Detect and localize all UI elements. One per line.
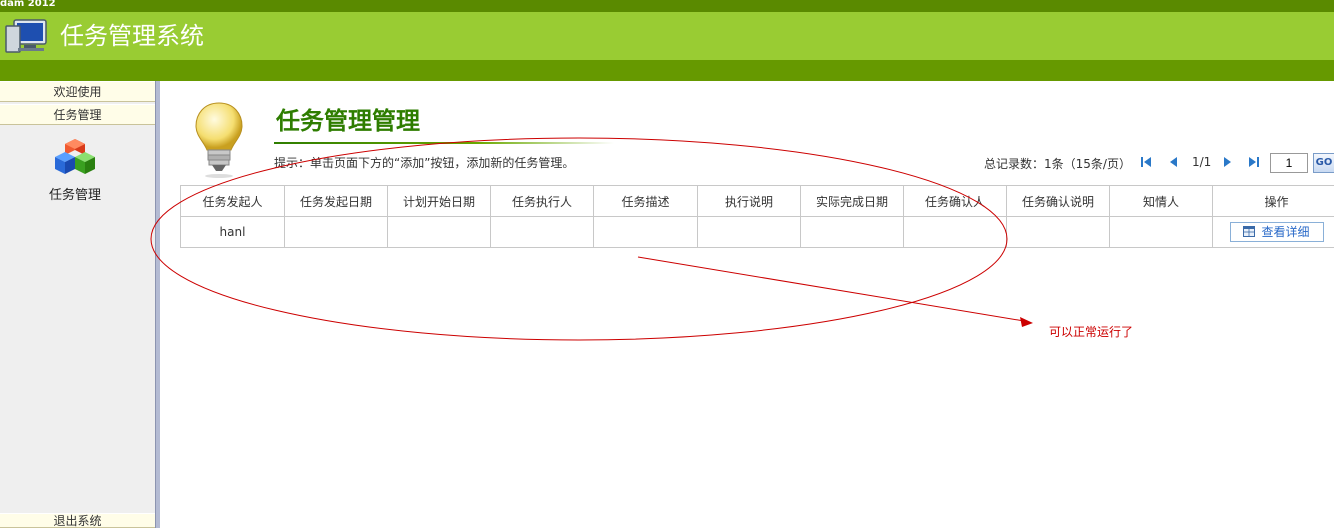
- column-header: 任务确认说明: [1006, 185, 1110, 217]
- hint-text: 提示：单击页面下方的“添加”按钮，添加新的任务管理。: [274, 156, 575, 170]
- column-header: 计划开始日期: [387, 185, 491, 217]
- column-header: 任务发起人: [180, 185, 285, 217]
- table-cell: [903, 216, 1007, 248]
- cubes-icon: [55, 139, 95, 174]
- annotation-arrow-line: [637, 256, 1025, 322]
- table-cell: [800, 216, 904, 248]
- table-cell: [1006, 216, 1110, 248]
- annotation-text: 可以正常运行了: [1049, 325, 1134, 339]
- app-header: 任务管理系统: [0, 12, 1334, 60]
- table-cell: [284, 216, 388, 248]
- page-info: 1/1: [1192, 155, 1212, 169]
- header-subbar: [0, 60, 1334, 81]
- app-title: 任务管理系统: [60, 22, 204, 50]
- title-underline: [274, 142, 614, 144]
- column-header: 任务执行人: [490, 185, 594, 217]
- table-cell: [490, 216, 594, 248]
- module-task-management[interactable]: 任务管理: [35, 137, 115, 203]
- first-page-icon[interactable]: [1140, 156, 1152, 168]
- column-header: 执行说明: [697, 185, 801, 217]
- view-detail-label: 查看详细: [1261, 225, 1310, 239]
- table-cell: [697, 216, 801, 248]
- table-cell: [387, 216, 491, 248]
- table-cell: [593, 216, 698, 248]
- top-strip: dam 2012: [0, 0, 1334, 12]
- table-header-row: 任务发起人 任务发起日期 计划开始日期 任务执行人 任务描述 执行说明 实际完成…: [180, 185, 1334, 217]
- view-detail-button[interactable]: 查看详细: [1229, 222, 1324, 242]
- page-number-input[interactable]: [1270, 153, 1308, 173]
- page-title: 任务管理管理: [276, 107, 420, 135]
- computer-icon: [5, 19, 47, 53]
- module-label: 任务管理: [48, 188, 101, 203]
- next-page-icon[interactable]: [1221, 156, 1233, 168]
- column-header: 操作: [1212, 185, 1334, 217]
- total-records: 总记录数：1条（15条/页）: [984, 157, 1131, 171]
- sidebar-item-task-management[interactable]: 任务管理: [0, 104, 155, 125]
- sidebar-item-welcome[interactable]: 欢迎使用: [0, 81, 155, 102]
- prev-page-icon[interactable]: [1168, 156, 1180, 168]
- table-icon: [1243, 226, 1256, 237]
- table-cell: hanl: [180, 216, 285, 248]
- corner-tag: dam 2012: [0, 0, 56, 9]
- column-header: 实际完成日期: [800, 185, 904, 217]
- column-header: 任务确认人: [903, 185, 1007, 217]
- last-page-icon[interactable]: [1248, 156, 1260, 168]
- table-cell-action: 查看详细: [1212, 216, 1334, 248]
- sidebar-splitter[interactable]: [155, 81, 160, 528]
- go-button[interactable]: GO: [1313, 153, 1334, 173]
- task-table: 任务发起人 任务发起日期 计划开始日期 任务执行人 任务描述 执行说明 实际完成…: [180, 185, 1334, 248]
- annotation-arrowhead: [1020, 317, 1033, 327]
- table-row: hanl 查看详细: [180, 216, 1334, 248]
- pager: 总记录数：1条（15条/页） 1/1 GO: [984, 152, 1334, 174]
- logout-button[interactable]: 退出系统: [0, 513, 155, 528]
- column-header: 知情人: [1109, 185, 1213, 217]
- sidebar: 欢迎使用 任务管理 任务管理 退出系统: [0, 81, 155, 528]
- lightbulb-icon: [195, 102, 243, 178]
- table-cell: [1109, 216, 1213, 248]
- column-header: 任务发起日期: [284, 185, 388, 217]
- column-header: 任务描述: [593, 185, 698, 217]
